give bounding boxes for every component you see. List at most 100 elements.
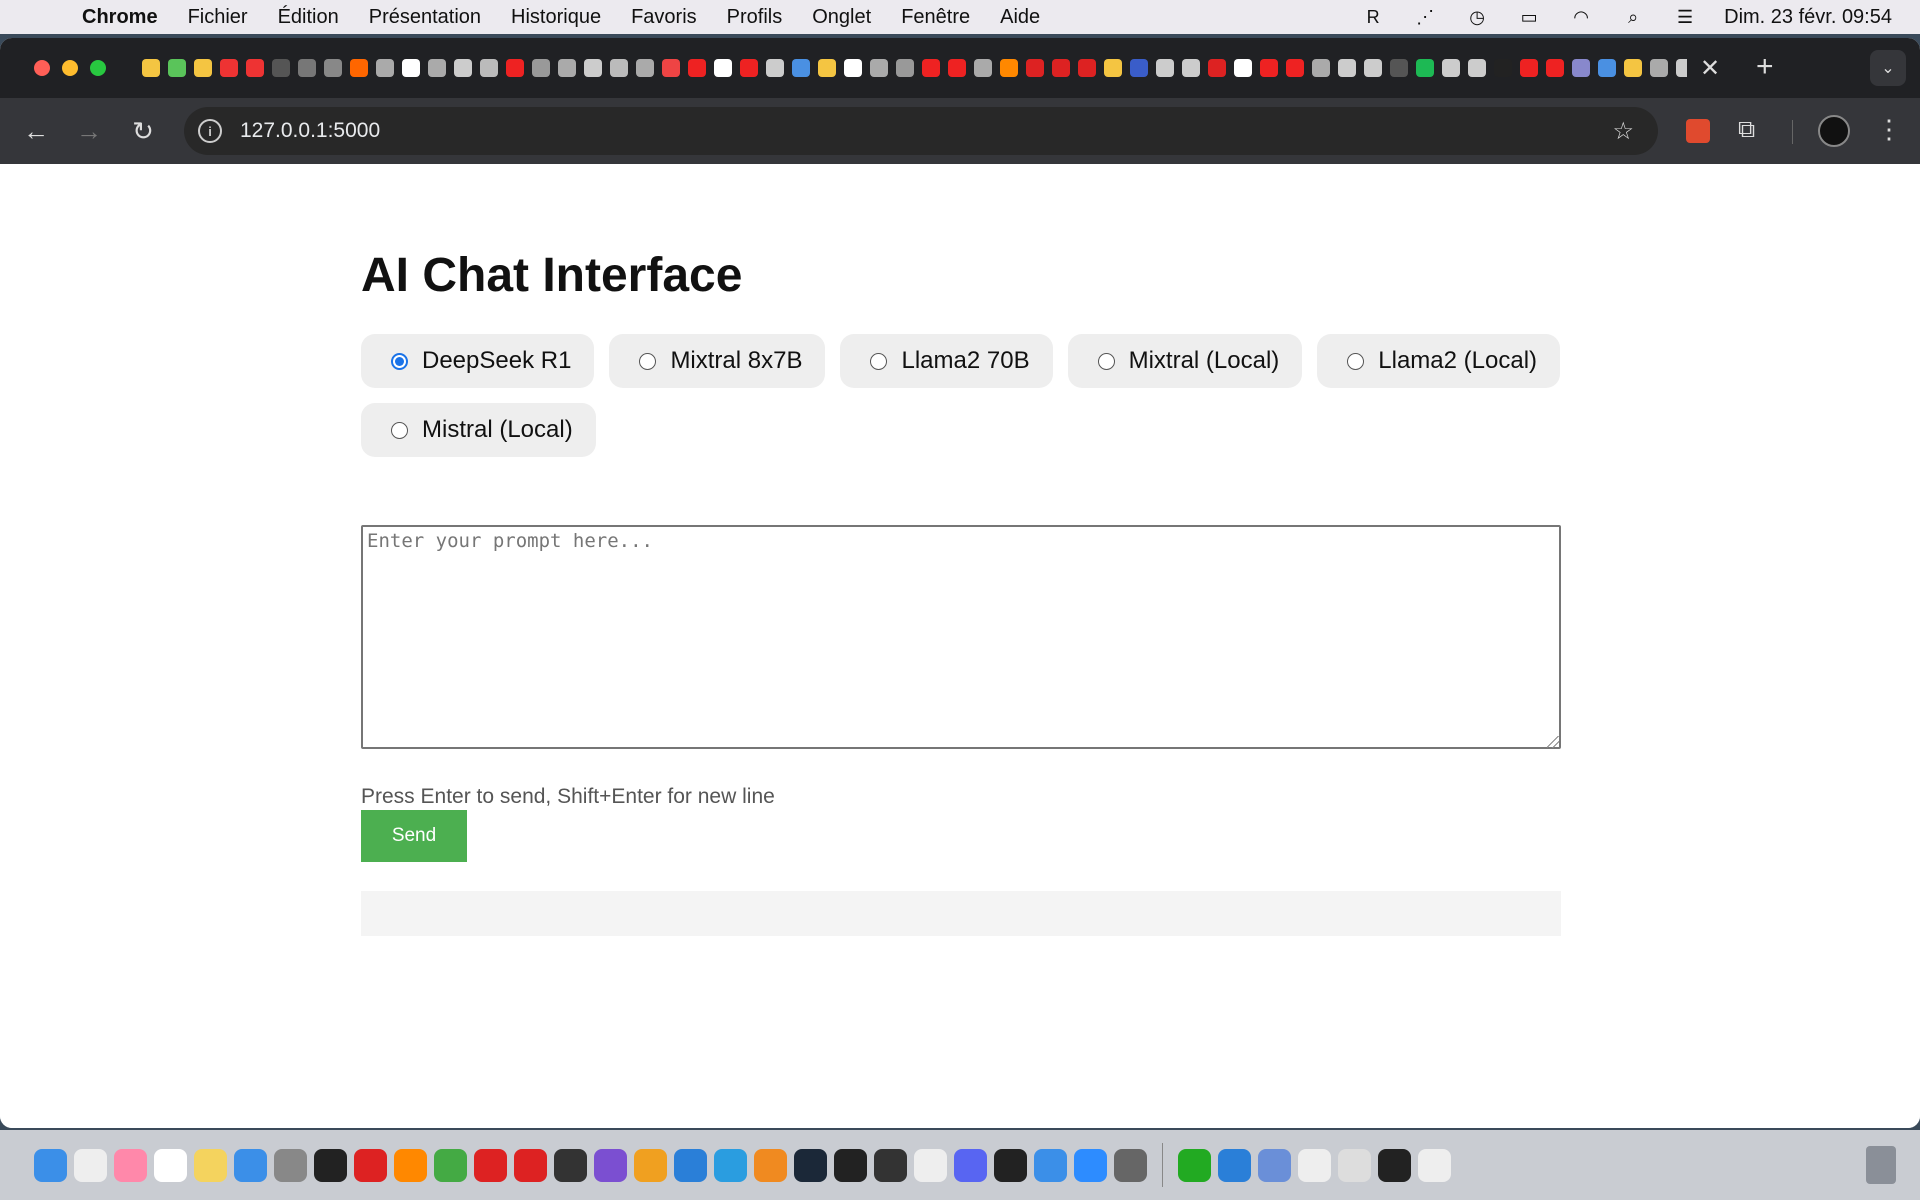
- tab-favicon-icon[interactable]: [896, 59, 914, 77]
- reload-icon[interactable]: ↻: [125, 113, 161, 149]
- timer-icon[interactable]: ◷: [1464, 6, 1490, 28]
- extension-icon[interactable]: [1686, 119, 1710, 143]
- tab-favicon-icon[interactable]: [714, 59, 732, 77]
- battery-icon[interactable]: ▭: [1516, 6, 1542, 28]
- tab-favicon-icon[interactable]: [662, 59, 680, 77]
- back-arrow-icon[interactable]: ←: [18, 113, 54, 149]
- textarea-resize-handle[interactable]: [1547, 736, 1559, 748]
- tab-favicon-icon[interactable]: [818, 59, 836, 77]
- tab-favicon-icon[interactable]: [1208, 59, 1226, 77]
- tab-favicon-icon[interactable]: [1364, 59, 1382, 77]
- tab-favicon-icon[interactable]: [298, 59, 316, 77]
- tab-favicon-icon[interactable]: [246, 59, 264, 77]
- tab-favicon-icon[interactable]: [1156, 59, 1174, 77]
- tab-favicon-icon[interactable]: [1572, 59, 1590, 77]
- tab-favicon-icon[interactable]: [142, 59, 160, 77]
- tab-search-chevron-icon[interactable]: ⌄: [1870, 50, 1906, 86]
- tab-favicon-icon[interactable]: [870, 59, 888, 77]
- tab-favicon-icon[interactable]: [1546, 59, 1564, 77]
- model-radio[interactable]: [639, 352, 657, 370]
- tab-favicon-icon[interactable]: [324, 59, 342, 77]
- close-window-icon[interactable]: [34, 60, 50, 76]
- menu-app-name[interactable]: Chrome: [82, 6, 158, 29]
- tab-favicon-icon[interactable]: [1130, 59, 1148, 77]
- dock-app-icon[interactable]: [474, 1148, 507, 1182]
- model-option-llama2-local[interactable]: Llama2 (Local): [1317, 334, 1561, 388]
- dock-app-icon[interactable]: [1114, 1148, 1147, 1182]
- dock-app-icon[interactable]: [114, 1148, 147, 1182]
- tab-favicon-icon[interactable]: [1000, 59, 1018, 77]
- tab-favicon-icon[interactable]: [1104, 59, 1122, 77]
- dock-app-icon[interactable]: [34, 1148, 67, 1182]
- search-icon[interactable]: ⌕: [1620, 6, 1646, 28]
- dock-app-icon[interactable]: [1418, 1148, 1451, 1182]
- dock-app-icon[interactable]: [1074, 1148, 1107, 1182]
- menu-item-edition[interactable]: Édition: [278, 6, 339, 29]
- dock-app-icon[interactable]: [714, 1148, 747, 1182]
- dock-app-icon[interactable]: [74, 1148, 107, 1182]
- dock-app-icon[interactable]: [394, 1148, 427, 1182]
- new-tab-icon[interactable]: +: [1756, 50, 1774, 84]
- dock-app-icon[interactable]: [354, 1148, 387, 1182]
- chrome-menu-icon[interactable]: ⋮: [1876, 114, 1902, 145]
- model-radio[interactable]: [391, 421, 408, 439]
- menu-item-aide[interactable]: Aide: [1000, 6, 1040, 29]
- forward-arrow-icon[interactable]: →: [71, 113, 107, 149]
- menu-item-historique[interactable]: Historique: [511, 6, 601, 29]
- dock-app-icon[interactable]: [674, 1148, 707, 1182]
- dock-app-icon[interactable]: [194, 1148, 227, 1182]
- tab-favicon-icon[interactable]: [636, 59, 654, 77]
- dock-app-icon[interactable]: [154, 1148, 187, 1182]
- tab-favicon-icon[interactable]: [558, 59, 576, 77]
- tab-favicon-icon[interactable]: [584, 59, 602, 77]
- tab-favicon-icon[interactable]: [1624, 59, 1642, 77]
- model-radio[interactable]: [1347, 352, 1365, 370]
- tab-favicon-icon[interactable]: [740, 59, 758, 77]
- dock-app-icon[interactable]: [834, 1148, 867, 1182]
- dock-app-icon[interactable]: [1338, 1148, 1371, 1182]
- tab-favicon-icon[interactable]: [688, 59, 706, 77]
- dock-app-icon[interactable]: [434, 1148, 467, 1182]
- tab-favicon-icon[interactable]: [1260, 59, 1278, 77]
- tab-favicon-icon[interactable]: [1390, 59, 1408, 77]
- tab-favicon-icon[interactable]: [220, 59, 238, 77]
- tab-favicon-icon[interactable]: [974, 59, 992, 77]
- dock-app-icon[interactable]: [1258, 1148, 1291, 1182]
- tab-close-icon[interactable]: ✕: [1700, 54, 1720, 83]
- tab-favicon-icon[interactable]: [1338, 59, 1356, 77]
- model-option-deepseek-r1[interactable]: DeepSeek R1: [361, 334, 595, 388]
- tab-favicon-icon[interactable]: [454, 59, 472, 77]
- tab-favicon-icon[interactable]: [922, 59, 940, 77]
- tab-favicon-icon[interactable]: [948, 59, 966, 77]
- menu-item-fenetre[interactable]: Fenêtre: [901, 6, 970, 29]
- dock-app-icon[interactable]: [1218, 1148, 1251, 1182]
- tab-favicon-icon[interactable]: [194, 59, 212, 77]
- control-center-icon[interactable]: ☰: [1672, 6, 1698, 28]
- dock-app-icon[interactable]: [874, 1148, 907, 1182]
- bookmark-star-icon[interactable]: ☆: [1612, 117, 1634, 146]
- trash-icon[interactable]: [1866, 1146, 1896, 1184]
- model-option-mixtral-8x7b[interactable]: Mixtral 8x7B: [609, 334, 826, 388]
- dock-app-icon[interactable]: [794, 1148, 827, 1182]
- tab-favicon-icon[interactable]: [1052, 59, 1070, 77]
- model-option-mixtral-local[interactable]: Mixtral (Local): [1067, 334, 1303, 388]
- dock-app-icon[interactable]: [914, 1148, 947, 1182]
- model-radio[interactable]: [391, 352, 408, 370]
- tab-favicon-icon[interactable]: [844, 59, 862, 77]
- dock-app-icon[interactable]: [754, 1148, 787, 1182]
- tab-favicon-icon[interactable]: [1026, 59, 1044, 77]
- tab-favicon-icon[interactable]: [402, 59, 420, 77]
- r-app-icon[interactable]: R: [1360, 6, 1386, 28]
- tab-favicon-icon[interactable]: [480, 59, 498, 77]
- zoom-window-icon[interactable]: [90, 60, 106, 76]
- minimize-window-icon[interactable]: [62, 60, 78, 76]
- tab-favicon-icon[interactable]: [1676, 59, 1687, 77]
- dock-app-icon[interactable]: [554, 1148, 587, 1182]
- dock-app-icon[interactable]: [1378, 1148, 1411, 1182]
- dock-app-icon[interactable]: [234, 1148, 267, 1182]
- extensions-puzzle-icon[interactable]: ⧉: [1738, 116, 1755, 144]
- url-text[interactable]: 127.0.0.1:5000: [240, 119, 380, 143]
- menu-item-favoris[interactable]: Favoris: [631, 6, 697, 29]
- tab-favicon-icon[interactable]: [376, 59, 394, 77]
- tab-favicon-icon[interactable]: [1468, 59, 1486, 77]
